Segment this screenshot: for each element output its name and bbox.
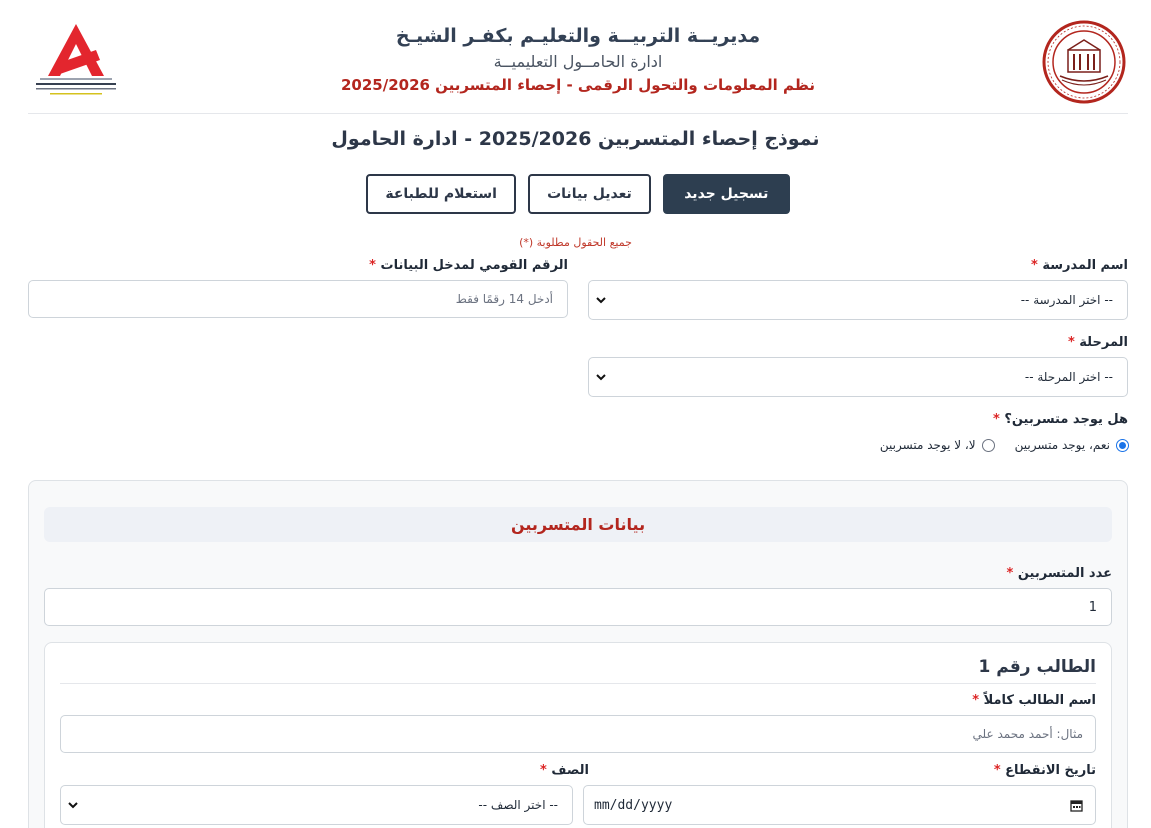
has-dropouts-label: هل يوجد متسربين؟ * [993, 412, 1128, 427]
student-card: الطالب رقم 1 اسم الطالب كاملاً * مثال: أ… [44, 642, 1112, 828]
has-dropouts-options: نعم، يوجد متسربين لا، لا يوجد متسربين [880, 438, 1129, 452]
dropouts-panel: بيانات المتسربين عدد المتسربين * 1 الطال… [28, 480, 1128, 828]
header-system-title: نظم المعلومات والتحول الرقمى - إحصاء الم… [340, 76, 816, 94]
required-star: * [1006, 566, 1014, 581]
stage-select[interactable]: -- اختر المرحلة -- [588, 357, 1128, 397]
national-id-label: الرقم القومي لمدخل البيانات * [369, 258, 568, 273]
header-administration: ادارة الحامــول التعليميــة [493, 52, 663, 71]
required-star: * [993, 763, 1001, 778]
national-id-label-text: الرقم القومي لمدخل البيانات [380, 258, 569, 273]
student-name-input[interactable]: مثال: أحمد محمد علي [60, 715, 1096, 753]
tab-new-registration[interactable]: تسجيل جديد [662, 174, 790, 214]
info-systems-logo [30, 20, 122, 100]
header-directorate: مديريــة التربيــة والتعليـم بكفـر الشيـ… [395, 25, 761, 47]
dropout-date-value: mm/dd/yyyy [594, 797, 673, 813]
stage-label-text: المرحلة [1079, 335, 1128, 350]
required-star: * [1030, 258, 1038, 273]
form-title: نموذج إحصاء المتسربين 2025/2026 - ادارة … [331, 128, 820, 150]
dropout-count-value: 1 [1088, 599, 1097, 615]
tab-edit-data[interactable]: تعديل بيانات [528, 174, 651, 214]
school-label-text: اسم المدرسة [1042, 258, 1128, 273]
dropout-date-input[interactable]: mm/dd/yyyy [583, 785, 1096, 825]
header-text: مديريــة التربيــة والتعليـم بكفـر الشيـ… [178, 22, 978, 96]
student-name-label-text: اسم الطالب كاملاً [983, 693, 1096, 708]
dropout-date-label-text: تاريخ الانقطاع [1005, 763, 1096, 778]
student-card-title: الطالب رقم 1 [978, 657, 1096, 677]
divider [60, 683, 1096, 684]
grade-label-text: الصف [551, 763, 589, 778]
dropout-count-label: عدد المتسربين * [1007, 566, 1113, 581]
national-id-placeholder: أدخل 14 رقمًا فقط [455, 292, 553, 306]
required-star: * [540, 763, 547, 778]
grade-select[interactable]: -- اختر الصف -- [60, 785, 573, 825]
required-star: * [369, 258, 376, 273]
chevron-down-icon [596, 374, 606, 381]
radio-option-no[interactable]: لا، لا يوجد متسربين [880, 438, 995, 452]
radio-option-yes[interactable]: نعم، يوجد متسربين [1015, 438, 1129, 452]
required-star: * [972, 693, 980, 708]
dropout-count-input[interactable]: 1 [44, 588, 1112, 626]
hamoul-education-seal-logo [1042, 20, 1126, 104]
chevron-down-icon [596, 297, 606, 304]
student-name-label: اسم الطالب كاملاً * [972, 693, 1096, 708]
stage-select-value: -- اختر المرحلة -- [1024, 370, 1113, 384]
page: مديريــة التربيــة والتعليـم بكفـر الشيـ… [0, 0, 1151, 828]
page-header: مديريــة التربيــة والتعليـم بكفـر الشيـ… [28, 14, 1128, 114]
school-select-value: -- اختر المدرسة -- [1020, 293, 1113, 307]
seal-icon [1042, 20, 1126, 104]
calendar-icon[interactable] [1070, 799, 1083, 812]
grade-select-value: -- اختر الصف -- [478, 798, 558, 812]
dropout-count-label-text: عدد المتسربين [1017, 566, 1112, 581]
required-star: * [992, 412, 1000, 427]
radio-no-label: لا، لا يوجد متسربين [879, 438, 976, 452]
tab-print-query[interactable]: استعلام للطباعة [366, 174, 517, 214]
school-label: اسم المدرسة * [1031, 258, 1128, 273]
info-systems-logo-icon [36, 24, 116, 95]
grade-label: الصف * [540, 763, 589, 778]
required-star: * [1067, 335, 1075, 350]
dropout-date-label: تاريخ الانقطاع * [994, 763, 1096, 778]
radio-no[interactable] [981, 438, 995, 452]
radio-yes[interactable] [1116, 438, 1129, 452]
national-id-input[interactable]: أدخل 14 رقمًا فقط [28, 280, 568, 318]
school-select[interactable]: -- اختر المدرسة -- [588, 280, 1128, 320]
chevron-down-icon [68, 802, 78, 809]
radio-yes-label: نعم، يوجد متسربين [1014, 438, 1110, 452]
student-name-placeholder: مثال: أحمد محمد علي [972, 727, 1083, 741]
form-tabs: تسجيل جديد تعديل بيانات استعلام للطباعة [366, 174, 790, 214]
stage-label: المرحلة * [1068, 335, 1128, 350]
required-fields-note: جميع الحقول مطلوبة (*) [519, 236, 632, 249]
dropouts-section-title: بيانات المتسربين [44, 507, 1112, 542]
has-dropouts-label-text: هل يوجد متسربين؟ [1004, 412, 1128, 427]
